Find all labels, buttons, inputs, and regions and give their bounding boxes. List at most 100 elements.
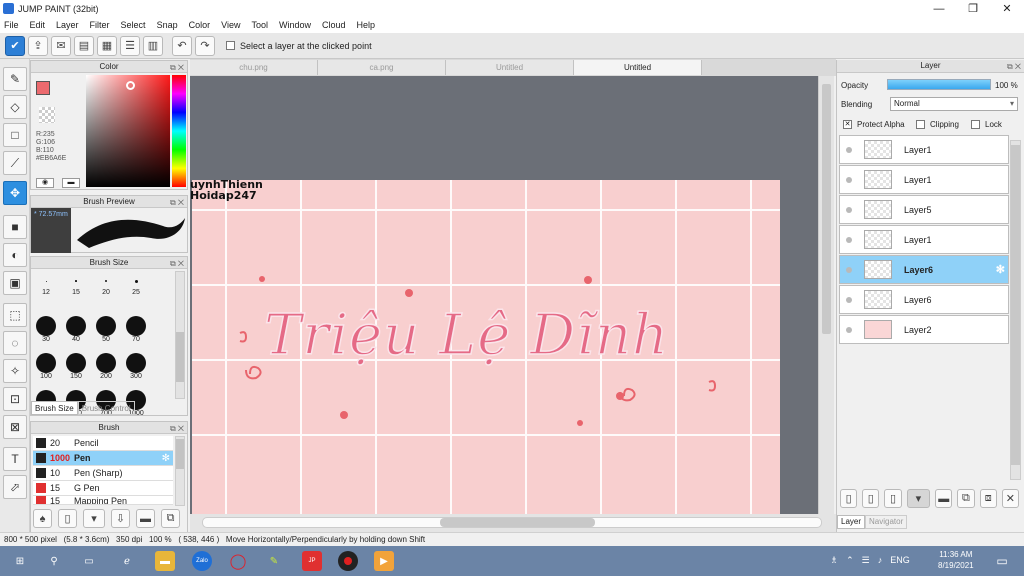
brush-size-dot[interactable] [36,316,56,336]
zalo-app-icon[interactable]: Zalo [192,551,212,571]
task-view-icon[interactable]: ▭ [79,551,99,571]
bucket-tool-icon[interactable]: ◐ [3,243,27,267]
brush-size-dot[interactable] [75,280,77,282]
comment-icon[interactable]: ✉ [51,35,71,56]
vertical-scrollbar[interactable] [818,76,834,514]
lock-option[interactable]: Lock [971,120,1002,129]
brush-size-dot[interactable] [36,353,56,373]
new-brush-icon[interactable]: ▯ [58,509,77,528]
color-picker-cursor[interactable] [126,81,135,90]
layer-row-selected[interactable]: Layer6 ✻ [839,255,1009,284]
tab-brush-size[interactable]: Brush Size [31,401,78,415]
select-layer-checkbox[interactable] [226,41,235,50]
menu-file[interactable]: File [4,20,19,30]
magic-wand-tool-icon[interactable]: ✧ [3,359,27,383]
layer-row[interactable]: Layer5 [839,195,1009,224]
panel-close-icon[interactable]: ⧉ ✕ [170,423,184,435]
chevron-up-icon[interactable]: ⌃ [846,555,854,566]
clipping-option[interactable]: Clipping [916,120,959,129]
brush-tool-icon[interactable]: ✎ [3,67,27,91]
delete-layer-icon[interactable]: ✕ [1001,489,1020,508]
vertical-scroll-thumb[interactable] [822,84,831,334]
lasso-tool-icon[interactable]: ◌ [3,331,27,355]
settings-list-icon[interactable]: ▥ [143,35,163,56]
brush-size-dot[interactable] [134,279,138,283]
opacity-slider[interactable] [887,79,991,90]
brush-copy-icon[interactable]: ⧉ [161,509,180,528]
visibility-icon[interactable] [846,237,852,243]
menu-layer[interactable]: Layer [56,20,79,30]
redo-icon[interactable]: ↷ [195,35,215,56]
text-tool-icon[interactable]: T [3,447,27,471]
gear-icon[interactable]: ✻ [162,453,170,464]
gradient-tool-icon[interactable]: ▣ [3,271,27,295]
select-pen-tool-icon[interactable]: ⊡ [3,387,27,411]
transparent-color-swatch[interactable] [39,107,55,123]
list-icon[interactable]: ☰ [120,35,140,56]
gear-icon[interactable]: ✻ [996,263,1005,276]
menu-color[interactable]: Color [189,20,211,30]
layer-list-scrollbar[interactable] [1010,140,1021,480]
tab-chu[interactable]: chu.png [190,60,318,75]
menu-view[interactable]: View [221,20,240,30]
swap-color-button[interactable]: ▬ [62,178,80,188]
jump-paint-icon[interactable]: JP [302,551,322,571]
layer-merge-icon[interactable]: ⧈ [979,489,997,508]
notifications-icon[interactable]: ▭ [992,551,1012,571]
brush-folder-icon[interactable]: ▬ [136,509,155,528]
brush-size-dot[interactable] [126,316,146,336]
media-player-icon[interactable]: ▶ [374,551,394,571]
rectangle-tool-icon[interactable]: □ [3,123,27,147]
layer-row[interactable]: Layer1 [839,225,1009,254]
panel-icon[interactable]: ▤ [74,35,94,56]
clipping-checkbox[interactable] [916,120,925,129]
saturation-value-picker[interactable] [86,75,170,187]
layer-row[interactable]: Layer6 [839,285,1009,314]
new-layer-8bit-icon[interactable]: ▯ [862,489,880,508]
menu-snap[interactable]: Snap [157,20,178,30]
layer-folder-icon[interactable]: ▬ [935,489,953,508]
horizontal-scroll-thumb[interactable] [440,518,595,527]
share-icon[interactable]: ⇪ [28,35,48,56]
blending-select[interactable]: Normal ▾ [890,97,1018,111]
minimize-button[interactable]: — [922,0,956,17]
brush-size-dot[interactable] [96,353,116,373]
visibility-icon[interactable] [846,267,852,273]
menu-select[interactable]: Select [121,20,146,30]
line-tool-icon[interactable]: ⟋ [3,151,27,175]
primary-color-swatch[interactable] [36,81,50,95]
paint-tool-icon[interactable]: ✎ [264,551,284,571]
brush-size-dot[interactable] [105,280,107,282]
network-people-icon[interactable]: ♗ [830,555,838,566]
search-icon[interactable]: ⚲ [44,551,64,571]
select-rect-tool-icon[interactable]: ⬚ [3,303,27,327]
menu-filter[interactable]: Filter [90,20,110,30]
protect-alpha-option[interactable]: ✕ Protect Alpha [843,120,905,129]
brush-item[interactable]: 20 Pencil [33,436,173,451]
brush-size-dot[interactable] [96,316,116,336]
layer-row[interactable]: Layer1 [839,135,1009,164]
brush-tool-icon[interactable]: ♠ [33,509,52,528]
close-button[interactable]: ✕ [990,0,1024,17]
language-indicator[interactable]: ENG [890,555,910,566]
brush-item[interactable]: 10 Pen (Sharp) [33,466,173,481]
document-icon[interactable]: ▦ [97,35,117,56]
brush-list-scrollbar[interactable] [175,436,185,506]
menu-window[interactable]: Window [279,20,311,30]
windows-start-icon[interactable]: ⊞ [10,551,30,571]
record-app-icon[interactable] [338,551,358,571]
brush-size-dot[interactable] [66,353,86,373]
eyedropper-button[interactable]: ◉ [36,178,54,188]
brush-item[interactable]: 15 G Pen [33,481,173,496]
menu-tool[interactable]: Tool [251,20,268,30]
select-eraser-tool-icon[interactable]: ⊠ [3,415,27,439]
panel-close-icon[interactable]: ⧉ ✕ [1007,61,1021,73]
tab-brush-control[interactable]: Brush Control [77,401,135,415]
visibility-icon[interactable] [846,207,852,213]
brush-size-dot[interactable] [66,316,86,336]
fill-shape-tool-icon[interactable]: ■ [3,215,27,239]
maximize-button[interactable]: ❐ [956,0,990,17]
protect-alpha-checkbox[interactable]: ✕ [843,120,852,129]
menu-edit[interactable]: Edit [30,20,46,30]
menu-help[interactable]: Help [357,20,376,30]
